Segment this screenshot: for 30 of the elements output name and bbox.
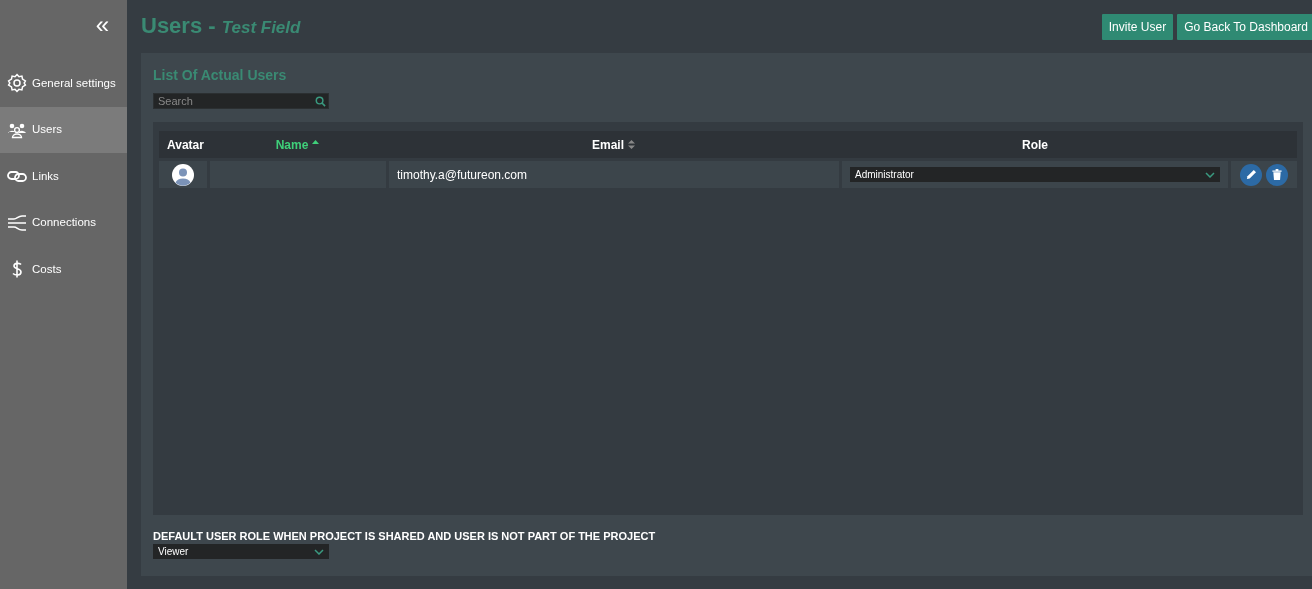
trash-icon xyxy=(1272,169,1282,180)
connections-icon xyxy=(7,212,27,233)
column-header[interactable]: Name xyxy=(275,135,321,154)
column-header: Role xyxy=(1022,136,1048,154)
sidebar-item[interactable]: Costs xyxy=(0,246,127,293)
sidebar-item[interactable]: General settings xyxy=(0,60,127,107)
caret-icon xyxy=(314,548,324,555)
collapse-button[interactable]: « xyxy=(0,12,127,36)
default-role-label: DEFAULT USER ROLE WHEN PROJECT IS SHARED AND USER IS NOT PART OF THE PROJECT xyxy=(153,528,657,544)
gear-icon xyxy=(7,73,27,94)
search-field[interactable]: Search xyxy=(153,93,329,109)
sidebar-item[interactable]: Connections xyxy=(0,199,127,246)
header-button[interactable]: Go Back To Dashboard xyxy=(1177,13,1312,40)
column-header: Avatar xyxy=(167,136,204,154)
role-select[interactable]: Administrator xyxy=(850,167,1220,182)
default-role-select[interactable]: Viewer xyxy=(153,544,329,559)
column-header[interactable]: Email xyxy=(592,135,636,154)
email-cell-text: timothy.a@futureon.com xyxy=(397,166,527,184)
page-title: Users - Test Field xyxy=(141,13,301,40)
sort-icon xyxy=(627,139,636,150)
header-button[interactable]: Invite User xyxy=(1101,13,1174,40)
panel-title: List Of Actual Users xyxy=(153,66,288,85)
delete-button[interactable] xyxy=(1266,163,1288,186)
sidebar-item[interactable]: Links xyxy=(0,153,127,200)
search-icon xyxy=(315,96,326,107)
avatar-icon xyxy=(172,163,194,186)
sidebar-item[interactable]: Users xyxy=(0,106,127,153)
pencil-icon xyxy=(1245,169,1257,180)
edit-button[interactable] xyxy=(1240,163,1262,186)
caret-icon xyxy=(1205,171,1215,178)
